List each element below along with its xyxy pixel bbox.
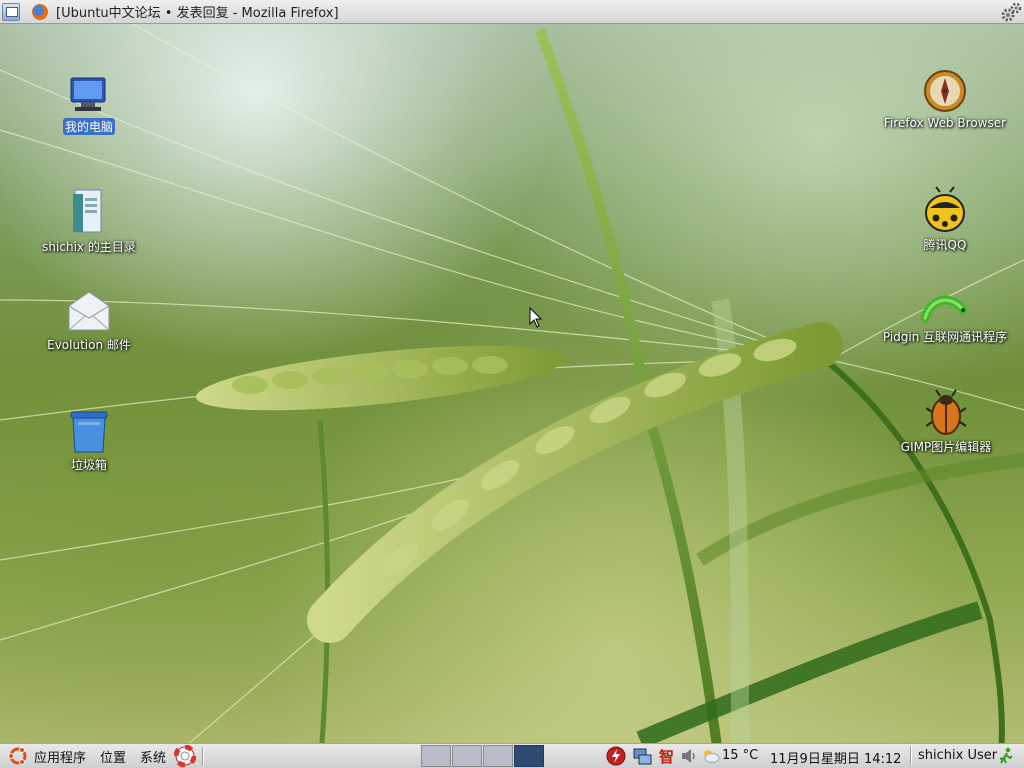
weather-cloud-icon[interactable] (702, 748, 720, 764)
trash-icon (70, 411, 108, 453)
desktop-icon-label: 我的电脑 (62, 118, 115, 135)
gear-icon[interactable] (1000, 1, 1022, 23)
computer-icon (70, 77, 106, 111)
workspace-4[interactable] (514, 745, 544, 767)
system-tray: 智 (605, 745, 720, 767)
desktop-icon-pidgin[interactable]: Pidgin 互联网通讯程序 (870, 292, 1020, 345)
desktop-icon-label: GIMP图片编辑器 (900, 440, 992, 454)
desktop-icon-evolution[interactable]: Evolution 邮件 (38, 288, 140, 353)
window-button-firefox[interactable]: [Ubuntu中文论坛 • 发表回复 - Mozilla Firefox] (32, 2, 339, 21)
menu-places[interactable]: 位置 (100, 747, 126, 766)
home-folder-icon (73, 189, 102, 233)
mouse-cursor-icon (529, 306, 543, 328)
menu-system[interactable]: 系统 (140, 747, 166, 766)
volume-icon[interactable] (680, 746, 698, 766)
desktop-icon-trash[interactable]: 垃圾箱 (50, 408, 128, 473)
workspace-switcher (421, 745, 545, 767)
desktop-icon-qq[interactable]: 腾讯QQ (904, 186, 986, 253)
desktop-icon-gimp[interactable]: GIMP图片编辑器 (890, 388, 1002, 455)
wallpaper (0, 0, 1024, 768)
workspace-3[interactable] (483, 745, 513, 767)
desktop-icon-home[interactable]: shichix 的主目录 (30, 188, 148, 255)
desktop-icon-label: 腾讯QQ (923, 238, 967, 252)
pidgin-icon (921, 295, 968, 323)
qq-ladybug-icon (925, 186, 965, 232)
help-lifebuoy-icon[interactable] (174, 745, 197, 767)
desktop-icon-computer[interactable]: 我的电脑 (48, 74, 130, 135)
desktop-icon-label: Pidgin 互联网通讯程序 (882, 330, 1008, 344)
panel-separator (910, 746, 912, 765)
desktop-icon-label: shichix 的主目录 (42, 240, 136, 254)
workspace-1[interactable] (421, 745, 451, 767)
desktop-icon-firefox[interactable]: Firefox Web Browser (874, 68, 1016, 130)
power-icon[interactable] (605, 745, 627, 767)
input-method-icon[interactable]: 智 (659, 746, 674, 767)
clock[interactable]: 11月9日星期日 14:12 (770, 748, 901, 767)
desktop-icon-label: Evolution 邮件 (47, 338, 131, 352)
desktop-icon-label: Firefox Web Browser (883, 116, 1007, 130)
running-man-icon[interactable] (998, 747, 1014, 765)
compass-icon (924, 70, 966, 112)
show-desktop-icon[interactable] (2, 2, 20, 21)
user-switcher[interactable]: shichix User (918, 748, 997, 763)
window-title: [Ubuntu中文论坛 • 发表回复 - Mozilla Firefox] (56, 6, 339, 21)
network-icon[interactable] (631, 745, 653, 767)
workspace-2[interactable] (452, 745, 482, 767)
bottom-panel: 应用程序 位置 系统 智 15 °C 11月9日星期日 14:12 shichi… (0, 743, 1024, 768)
ubuntu-logo-icon[interactable] (8, 746, 28, 766)
firefox-icon (32, 3, 48, 20)
menu-applications[interactable]: 应用程序 (34, 747, 86, 766)
panel-separator (202, 746, 205, 766)
mail-icon (68, 291, 110, 331)
top-panel: [Ubuntu中文论坛 • 发表回复 - Mozilla Firefox] (0, 0, 1024, 24)
desktop-icon-label: 垃圾箱 (70, 458, 107, 472)
gimp-bug-icon (926, 389, 966, 435)
temperature-readout[interactable]: 15 °C (722, 748, 758, 763)
